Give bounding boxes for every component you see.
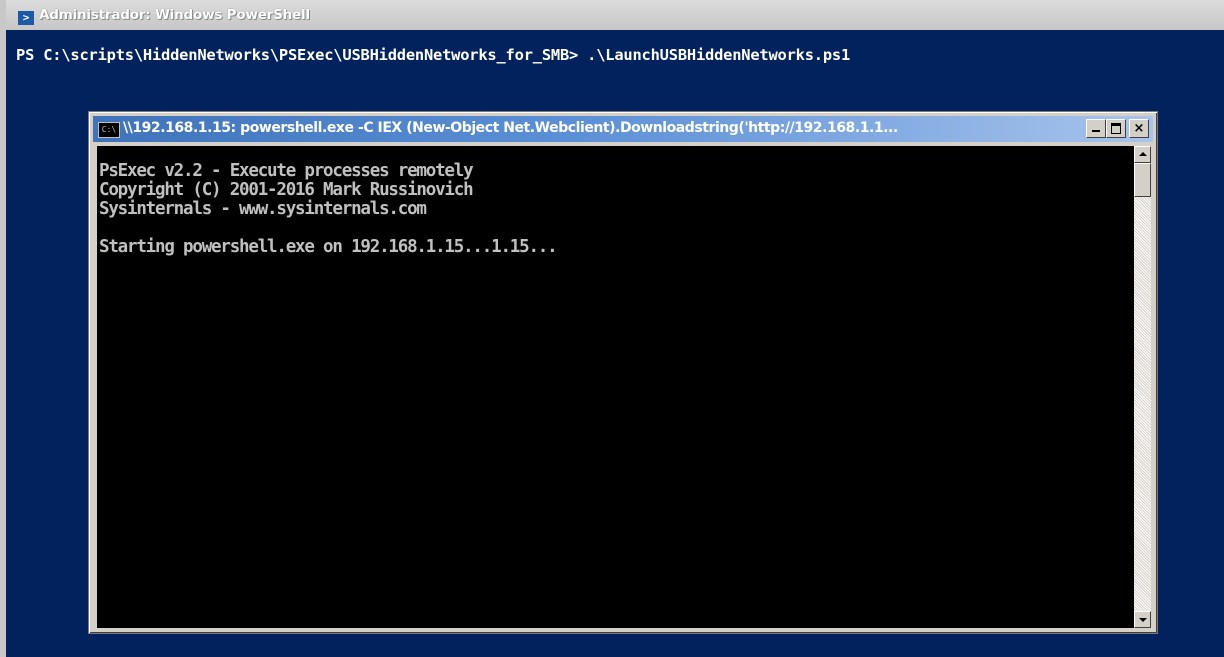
- close-icon: ×: [1133, 121, 1145, 136]
- scrollbar-thumb[interactable]: [1134, 163, 1151, 197]
- cmd-titlebar[interactable]: C:\ \\192.168.1.15: powershell.exe -C IE…: [93, 116, 1153, 142]
- output-line-starting: Starting powershell.exe on 192.168.1.15.…: [99, 237, 558, 257]
- scroll-down-button[interactable]: [1134, 611, 1151, 628]
- scroll-up-button[interactable]: [1134, 146, 1151, 163]
- output-line-version: PsExec v2.2 - Execute processes remotely: [99, 161, 474, 181]
- cmd-output: PsExec v2.2 - Execute processes remotely…: [99, 161, 558, 257]
- cmd-console[interactable]: PsExec v2.2 - Execute processes remotely…: [97, 146, 1134, 628]
- powershell-titlebar[interactable]: > Administrador: Windows PowerShell: [6, 0, 1224, 30]
- vertical-scrollbar[interactable]: [1134, 146, 1151, 628]
- maximize-icon: [1111, 123, 1121, 134]
- minimize-button[interactable]: [1086, 119, 1106, 138]
- cmd-window: C:\ \\192.168.1.15: powershell.exe -C IE…: [88, 111, 1158, 634]
- arrow-down-icon: [1139, 618, 1147, 622]
- minimize-icon: [1092, 130, 1100, 132]
- maximize-button[interactable]: [1106, 119, 1126, 138]
- powershell-icon: >: [18, 11, 34, 25]
- close-button[interactable]: ×: [1129, 119, 1149, 138]
- cmd-window-title: \\192.168.1.15: powershell.exe -C IEX (N…: [123, 120, 898, 136]
- output-line-copyright: Copyright (C) 2001-2016 Mark Russinovich: [99, 180, 474, 200]
- arrow-up-icon: [1139, 152, 1147, 156]
- cmd-icon[interactable]: C:\: [98, 122, 120, 138]
- powershell-window-title: Administrador: Windows PowerShell: [39, 7, 310, 23]
- output-line-website: Sysinternals - www.sysinternals.com: [99, 199, 427, 219]
- powershell-prompt-line: PS C:\scripts\HiddenNetworks\PSExec\USBH…: [16, 46, 851, 64]
